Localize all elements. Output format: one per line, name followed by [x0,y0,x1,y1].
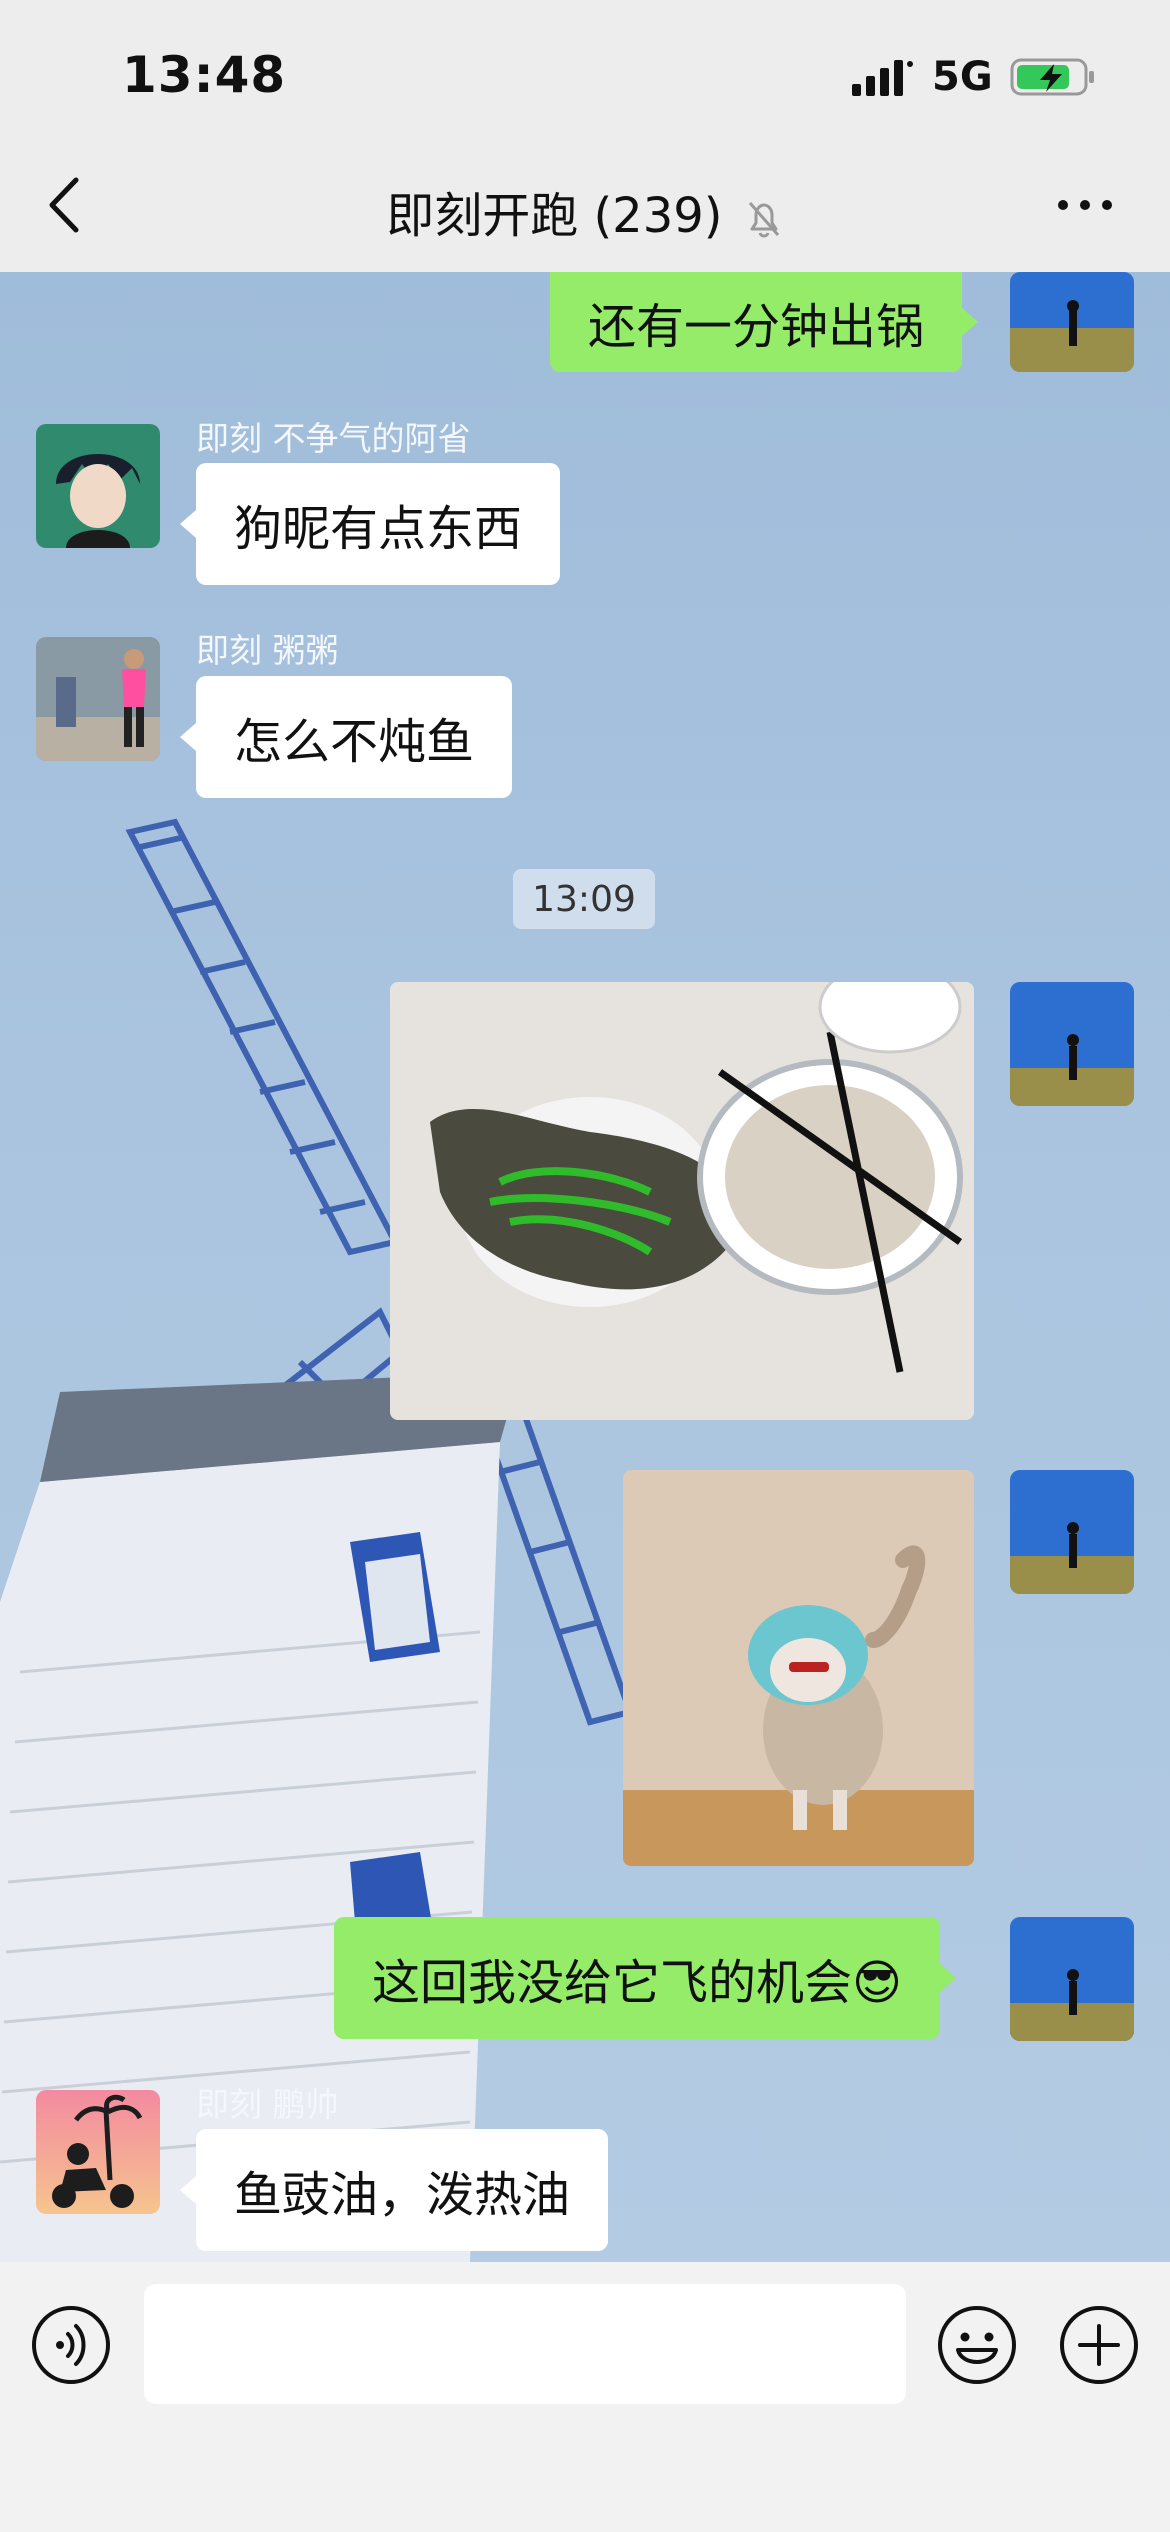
sender-avatar[interactable] [36,424,160,548]
sender-name: 即刻 不争气的阿省 [196,419,471,458]
sender-name: 即刻 粥粥 [196,631,339,670]
voice-input-icon[interactable] [30,2304,112,2386]
message-text: 怎么不炖鱼 [234,714,475,770]
my-avatar[interactable] [1010,1470,1134,1594]
sender-avatar[interactable] [36,2090,160,2214]
message-text: 还有一分钟出锅 [588,299,925,355]
sender-avatar[interactable] [36,637,160,761]
my-avatar[interactable] [1010,982,1134,1106]
chat-title-text: 即刻开跑 (239) [386,188,723,244]
message-bubble[interactable]: 这回我没给它飞的机会😎 [334,1917,957,2039]
emoji-icon[interactable] [936,2304,1018,2386]
message-bubble[interactable]: 鱼豉油，泼热油 [179,2129,609,2251]
message-text: 狗昵有点东西 [234,501,523,557]
input-bar [0,2262,1170,2532]
my-avatar[interactable] [1010,1917,1134,2041]
message-bubble[interactable]: 怎么不炖鱼 [179,676,513,798]
battery-charging-icon [1010,58,1094,96]
network-label: 5G [932,54,993,100]
chat-area[interactable]: 还有一分钟出锅 即刻 不争气的阿省 狗昵有点东西 即刻 粥粥 怎么不炖鱼 13:… [0,272,1170,2262]
message-bubble[interactable]: 狗昵有点东西 [179,463,561,585]
timestamp-divider: 13:09 [513,869,655,929]
my-avatar[interactable] [1010,272,1134,372]
signal-icon [852,60,913,96]
status-time: 13:48 [122,46,287,104]
sender-name: 即刻 鹏帅 [196,2085,339,2124]
message-bubble[interactable]: 还有一分钟出锅 [550,272,979,372]
plus-icon[interactable] [1058,2304,1140,2386]
message-input[interactable] [144,2284,906,2404]
chat-title: 即刻开跑 (239) [0,176,1170,246]
message-text: 这回我没给它飞的机会😎 [372,1955,903,2011]
message-text: 鱼豉油，泼热油 [234,2167,571,2223]
mute-bell-icon [748,202,779,238]
more-options-icon[interactable] [1050,190,1120,220]
cat-gif[interactable] [623,1470,974,1866]
top-bar: 13:48 5G 即刻开跑 (239) [0,0,1170,272]
fish-photo[interactable] [390,982,974,1420]
chat-screen: 13:48 5G 即刻开跑 (239) 还有一分钟出锅 即刻 不争气的阿省 狗昵… [0,0,1170,2532]
